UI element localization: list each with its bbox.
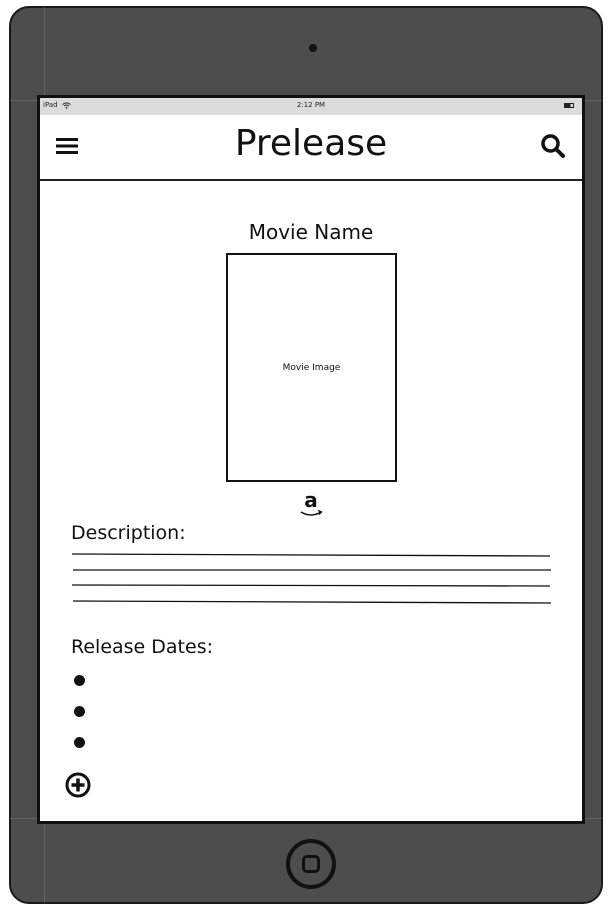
camera-dot [309, 44, 317, 52]
description-line [72, 553, 551, 557]
svg-text:a: a [304, 488, 318, 512]
release-date-bullet [74, 737, 85, 748]
status-time: 2:12 PM [296, 101, 326, 109]
home-button-icon [302, 855, 320, 873]
description-label: Description: [71, 522, 186, 544]
status-bar: iPad 2:12 PM [40, 98, 582, 115]
search-icon[interactable] [540, 133, 566, 159]
description-line [72, 600, 552, 604]
movie-name: Movie Name [248, 220, 374, 244]
movie-image-label: Movie Image [282, 362, 341, 373]
tablet-screen: iPad 2:12 PM Prelease Movie Name Movie I… [37, 95, 585, 824]
add-circle-icon[interactable] [65, 772, 91, 798]
amazon-icon[interactable]: a [296, 487, 326, 521]
description-line [72, 584, 551, 587]
home-button[interactable] [286, 839, 336, 889]
release-date-bullet [74, 675, 85, 686]
app-title: Prelease [234, 123, 388, 164]
release-dates-label: Release Dates: [71, 636, 213, 658]
release-date-bullet [74, 706, 85, 717]
description-lines [72, 553, 552, 604]
movie-image: Movie Image [226, 253, 397, 482]
battery-icon [564, 103, 574, 108]
nav-bar: Prelease [40, 115, 582, 181]
